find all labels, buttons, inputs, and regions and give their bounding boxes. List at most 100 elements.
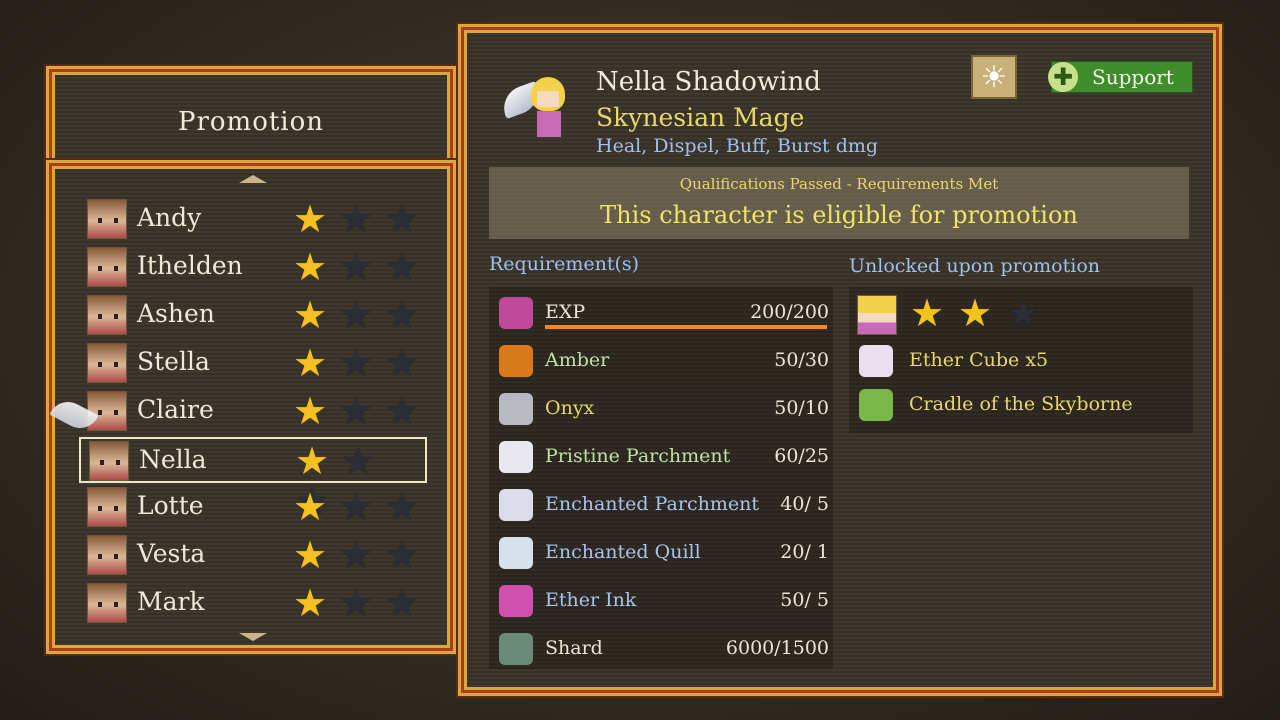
requirement-row: EXP 200/200	[489, 291, 833, 335]
roster-name: Mark	[137, 587, 205, 616]
roster-item[interactable]: Claire ★ ★ ★	[79, 389, 425, 433]
star-empty-icon: ★	[384, 485, 420, 529]
requirement-row: Enchanted Quill 20/ 1	[489, 531, 833, 575]
promotion-title-panel: Promotion	[46, 66, 456, 172]
star-empty-icon: ★	[340, 439, 376, 483]
character-detail-panel: Nella Shadowind Skynesian Mage Heal, Dis…	[458, 24, 1222, 696]
unlock-star-rank: ★ ★ ★	[849, 291, 1193, 335]
quill-icon	[499, 537, 533, 569]
requirements-list: EXP 200/200 Amber 50/30 Onyx 50/10 Pristine Pa…	[489, 287, 833, 669]
roster-item[interactable]: Ithelden ★ ★ ★	[79, 245, 425, 289]
shard-icon	[499, 633, 533, 665]
parchment-icon	[499, 441, 533, 473]
roster-item[interactable]: Mark ★ ★ ★	[79, 581, 425, 625]
eligibility-banner: Qualifications Passed - Requirements Met…	[489, 167, 1189, 239]
requirement-value: 60/25	[774, 445, 829, 467]
star-filled-icon: ★	[292, 245, 328, 289]
requirement-row: Amber 50/30	[489, 339, 833, 383]
role-badge-label: Support	[1092, 65, 1174, 89]
star-empty-icon: ★	[1005, 291, 1041, 335]
roster-stars: ★★★	[287, 199, 425, 239]
requirement-name: Shard	[545, 637, 603, 659]
star-empty-icon: ★	[338, 389, 374, 433]
roster-list-panel: Andy ★ ★ ★ Ithelden ★ ★ ★ Ashen ★ ★ ★ Stella ★ ★ ★ Clair…	[46, 160, 456, 654]
roster-name: Nella	[139, 445, 207, 474]
requirement-value: 6000/1500	[725, 637, 829, 659]
roster-item[interactable]: Stella ★ ★ ★	[79, 341, 425, 385]
amber-gem-icon	[499, 345, 533, 377]
unlock-stars: ★ ★ ★	[903, 293, 1047, 333]
roster-stars: ★★★	[287, 487, 425, 527]
requirement-name: Enchanted Parchment	[545, 493, 759, 515]
roster-portrait	[87, 295, 127, 335]
roster-portrait	[87, 487, 127, 527]
character-roles: Heal, Dispel, Buff, Burst dmg	[596, 135, 879, 157]
star-filled-icon: ★	[909, 291, 945, 335]
star-filled-icon: ★	[292, 581, 328, 625]
roster-item[interactable]: Lotte ★ ★ ★	[79, 485, 425, 529]
requirement-row: Onyx 50/10	[489, 387, 833, 431]
unlock-item-name: Cradle of the Skyborne	[909, 393, 1133, 415]
unlocks-header: Unlocked upon promotion	[849, 255, 1101, 277]
requirement-value: 200/200	[750, 301, 829, 323]
requirement-value: 20/ 1	[780, 541, 829, 563]
star-filled-icon: ★	[292, 485, 328, 529]
roster-name: Stella	[137, 347, 210, 376]
enchanted-parchment-icon	[499, 489, 533, 521]
star-empty-icon: ★	[384, 389, 420, 433]
requirement-value: 50/30	[774, 349, 829, 371]
requirement-row: Shard 6000/1500	[489, 627, 833, 671]
requirement-name: Enchanted Quill	[545, 541, 701, 563]
gift-box-icon	[859, 345, 893, 377]
qualification-status: Qualifications Passed - Requirements Met	[679, 175, 999, 193]
scroll-up-arrow-icon[interactable]	[239, 175, 267, 183]
requirements-header: Requirement(s)	[489, 253, 640, 275]
requirement-name: Pristine Parchment	[545, 445, 731, 467]
unlock-item-name: Ether Cube x5	[909, 349, 1049, 371]
roster-name: Claire	[137, 395, 214, 424]
roster-item[interactable]: Nella ★ ★★	[79, 437, 427, 521]
roster-stars: ★★★	[287, 391, 425, 431]
character-portrait	[497, 73, 573, 145]
roster-item[interactable]: Andy ★ ★ ★	[79, 197, 425, 241]
scroll-down-arrow-icon[interactable]	[239, 633, 267, 641]
roster-portrait	[87, 583, 127, 623]
ink-bottle-icon	[499, 585, 533, 617]
star-empty-icon: ★	[384, 197, 420, 241]
star-empty-icon: ★	[384, 581, 420, 625]
exp-book-icon	[499, 297, 533, 329]
requirement-name: Amber	[545, 349, 610, 371]
requirement-row: Enchanted Parchment 40/ 5	[489, 483, 833, 527]
roster-stars: ★★★	[287, 247, 425, 287]
roster-name: Ashen	[137, 299, 215, 328]
star-filled-icon: ★	[292, 389, 328, 433]
star-filled-icon: ★	[292, 197, 328, 241]
role-badge: ✚ Support	[1048, 61, 1193, 93]
roster-name: Ithelden	[137, 251, 243, 280]
roster-name: Lotte	[137, 491, 204, 520]
requirement-row: Ether Ink 50/ 5	[489, 579, 833, 623]
exp-progress-bar	[545, 325, 827, 329]
roster-portrait	[87, 535, 127, 575]
roster-stars: ★★★	[287, 583, 425, 623]
star-filled-icon: ★	[292, 533, 328, 577]
roster-item[interactable]: Vesta ★ ★ ★	[79, 533, 425, 577]
tome-icon	[859, 389, 893, 421]
star-empty-icon: ★	[338, 533, 374, 577]
roster-name: Andy	[137, 203, 202, 232]
star-empty-icon: ★	[338, 581, 374, 625]
star-empty-icon: ★	[338, 293, 374, 337]
roster-portrait	[87, 199, 127, 239]
onyx-stone-icon	[499, 393, 533, 425]
star-filled-icon: ★	[292, 341, 328, 385]
requirement-value: 50/10	[774, 397, 829, 419]
star-empty-icon: ★	[384, 341, 420, 385]
roster-item[interactable]: Ashen ★ ★ ★	[79, 293, 425, 337]
star-empty-icon: ★	[384, 293, 420, 337]
star-empty-icon: ★	[338, 197, 374, 241]
requirement-value: 50/ 5	[780, 589, 829, 611]
roster-portrait	[87, 343, 127, 383]
support-cross-icon: ✚	[1048, 62, 1078, 92]
character-name: Nella Shadowind	[596, 67, 821, 97]
requirement-name: EXP	[545, 301, 586, 323]
